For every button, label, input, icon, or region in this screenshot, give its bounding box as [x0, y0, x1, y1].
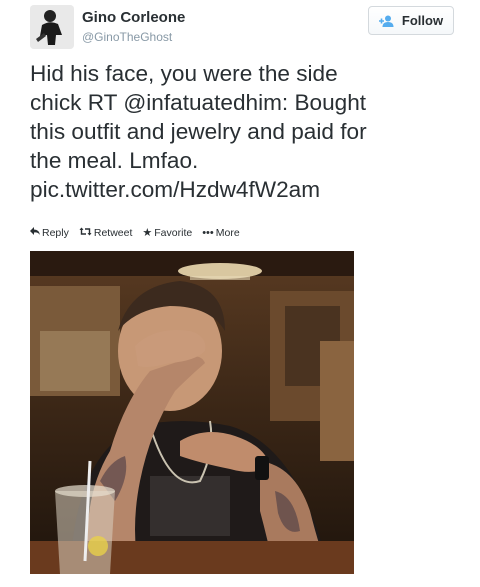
- display-name[interactable]: Gino Corleone: [82, 9, 185, 26]
- more-label: More: [215, 227, 240, 239]
- tweet-text: Hid his face, you were the side chick RT…: [30, 61, 367, 202]
- reply-action[interactable]: Reply: [30, 227, 69, 239]
- tweet-photo[interactable]: [30, 251, 354, 574]
- star-icon: ★: [142, 226, 153, 239]
- user-handle[interactable]: @GinoTheGhost: [82, 30, 172, 44]
- profile-avatar-silhouette: [30, 5, 74, 49]
- follow-button[interactable]: Follow: [368, 6, 454, 35]
- avatar[interactable]: [30, 5, 74, 49]
- add-user-icon: [378, 15, 396, 27]
- retweet-icon: [79, 227, 92, 239]
- favorite-label: Favorite: [154, 227, 193, 239]
- retweet-action[interactable]: Retweet: [79, 227, 133, 239]
- more-dots-icon: •••: [202, 226, 214, 239]
- more-action[interactable]: ••• More: [202, 227, 240, 239]
- reply-label: Reply: [42, 227, 69, 239]
- tweet-actions: Reply Retweet ★ Favorite ••• More: [30, 227, 240, 239]
- favorite-action[interactable]: ★ Favorite: [142, 227, 192, 239]
- retweet-label: Retweet: [93, 227, 133, 239]
- man-covering-face-photo: [30, 251, 354, 574]
- follow-label: Follow: [401, 13, 444, 28]
- reply-icon: [30, 227, 40, 239]
